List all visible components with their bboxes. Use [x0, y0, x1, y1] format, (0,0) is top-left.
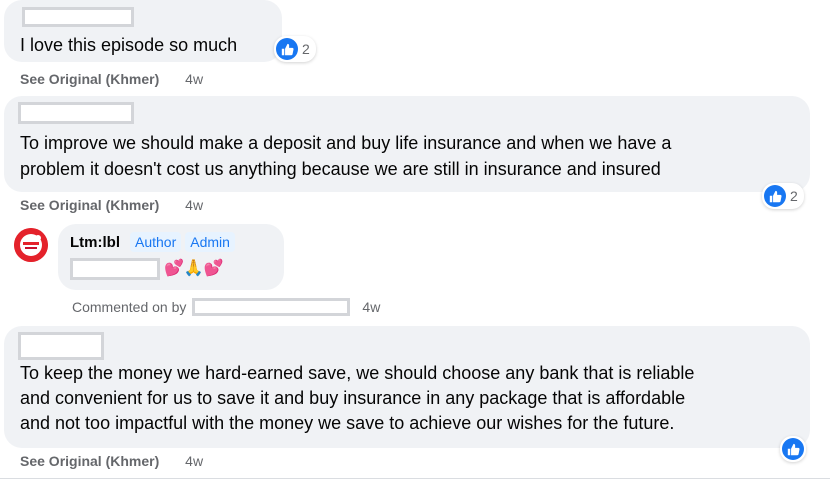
comment-time[interactable]: 4w [185, 197, 203, 213]
reaction-summary[interactable]: 2 [274, 36, 316, 62]
admin-badge: Admin [185, 232, 235, 252]
comment-time[interactable]: 4w [185, 71, 203, 87]
comment-text-line-1: To improve we should make a deposit and … [20, 133, 672, 153]
reply-header: Ltm:lbl Author Admin [70, 232, 235, 252]
see-original-link[interactable]: See Original (Khmer) [20, 453, 159, 469]
reply-author-name[interactable]: Ltm:lbl [70, 234, 120, 251]
comment-text-line-3: and not too impactful with the money we … [20, 413, 675, 433]
reply-meta: Commented on by 4w [72, 298, 380, 316]
comment-text-line-2: problem it doesn't cost us anything beca… [20, 159, 661, 179]
redacted-commenter-name [18, 102, 134, 124]
like-icon [276, 38, 298, 60]
redacted-commenter-name [18, 332, 104, 360]
comment-meta: See Original (Khmer) 4w [20, 71, 203, 87]
comment-text: I love this episode so much [20, 35, 238, 55]
see-original-link[interactable]: See Original (Khmer) [20, 197, 159, 213]
page-logo-icon [14, 228, 48, 262]
commented-on-by-label: Commented on by [72, 299, 187, 315]
reply-emoji: 💕🙏💕 [164, 260, 224, 277]
comment-meta: See Original (Khmer) 4w [20, 453, 203, 469]
comment-text-line-2: and convenient for us to save it and buy… [20, 388, 686, 408]
reaction-summary[interactable]: 2 [762, 183, 804, 209]
like-icon [764, 185, 786, 207]
comment-time[interactable]: 4w [185, 453, 203, 469]
page-avatar[interactable] [14, 228, 48, 262]
reply-time[interactable]: 4w [362, 299, 380, 315]
reaction-count: 2 [790, 188, 798, 204]
see-original-link[interactable]: See Original (Khmer) [20, 71, 159, 87]
like-icon [782, 438, 804, 460]
redacted-commenter-name [192, 298, 351, 316]
redacted-commenter-name [22, 7, 134, 27]
author-badge: Author [130, 232, 182, 252]
redacted-mention [70, 258, 160, 280]
comment-text-line-1: To keep the money we hard-earned save, w… [20, 363, 695, 383]
reaction-summary[interactable] [780, 436, 806, 462]
comment-meta: See Original (Khmer) 4w [20, 197, 203, 213]
divider [0, 478, 830, 479]
reaction-count: 2 [302, 41, 310, 57]
